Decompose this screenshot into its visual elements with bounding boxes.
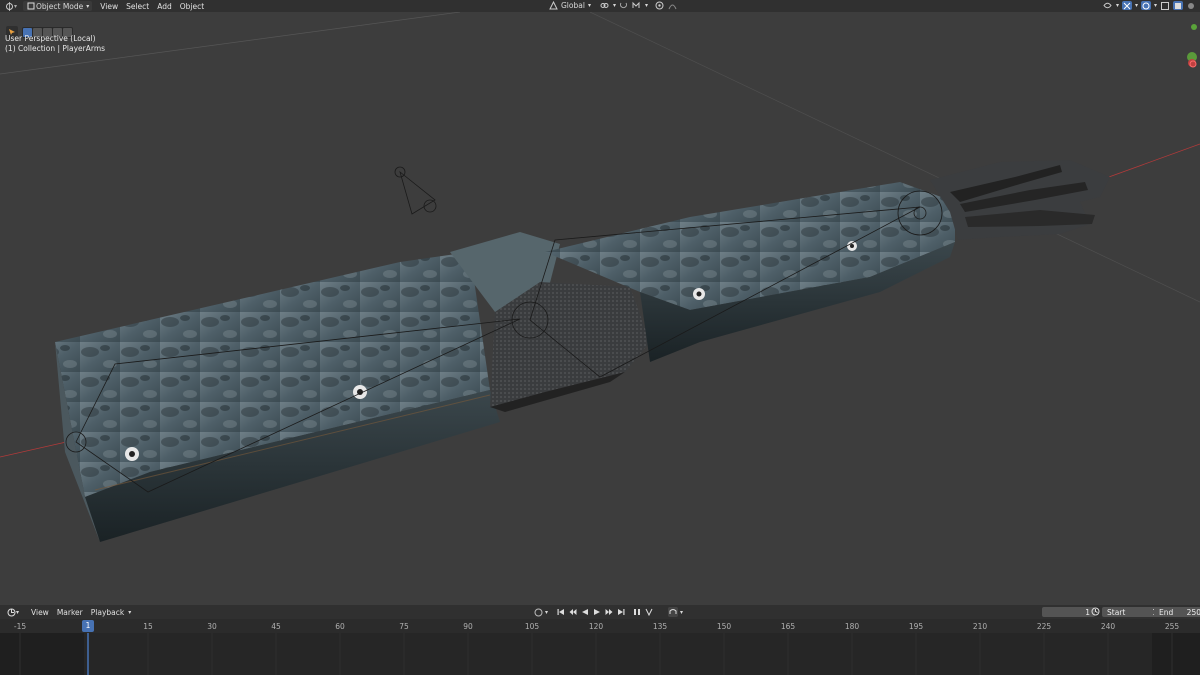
ruler-label: 105 <box>524 622 540 631</box>
editor-type-icon <box>4 1 14 11</box>
collection-label: (1) Collection | PlayerArms <box>5 44 106 53</box>
gizmo-icon[interactable] <box>1121 1 1132 10</box>
menu-select[interactable]: Select <box>122 2 153 11</box>
current-frame-field[interactable]: 1 <box>1042 607 1095 617</box>
timeline-menu-marker[interactable]: Marker <box>53 608 87 617</box>
orientation-dropdown[interactable]: Global <box>561 1 585 10</box>
clock-icon[interactable] <box>1090 607 1100 616</box>
timeline-grid <box>0 633 1200 675</box>
timeline-track-area[interactable] <box>0 633 1200 675</box>
3d-viewport[interactable]: User Perspective (Local) (1) Collection … <box>0 12 1200 605</box>
chevron-down-icon: ▾ <box>1153 2 1157 9</box>
viewport-header: ▾ Object Mode ▾ View Select Add Object G… <box>0 0 1200 12</box>
menu-add[interactable]: Add <box>153 2 176 11</box>
ruler-label: 195 <box>908 622 924 631</box>
proportional-editing-icon[interactable] <box>655 1 665 10</box>
chevron-down-icon: ▾ <box>680 608 684 616</box>
ruler-label: 120 <box>588 622 604 631</box>
start-frame-field[interactable]: Start 1 <box>1102 607 1162 617</box>
menu-view[interactable]: View <box>96 2 122 11</box>
ruler-label: 75 <box>399 622 409 631</box>
pivot-icon[interactable] <box>600 1 610 10</box>
ruler-label: 45 <box>271 622 281 631</box>
end-frame-value: 250 <box>1186 607 1200 617</box>
solid-shading-icon[interactable] <box>1173 1 1183 10</box>
timeline-editor-icon[interactable] <box>6 608 16 617</box>
prev-keyframe-icon[interactable] <box>568 607 578 617</box>
ruler-label: 15 <box>143 622 153 631</box>
keying-set-icon[interactable] <box>644 607 654 617</box>
xray-icon[interactable] <box>1160 1 1170 10</box>
chevron-down-icon: ▾ <box>587 2 591 9</box>
viewport-scene <box>0 12 1200 542</box>
chevron-down-icon: ▾ <box>612 2 616 9</box>
jump-end-icon[interactable] <box>616 607 626 617</box>
chevron-down-icon: ▾ <box>128 608 132 616</box>
timeline-ruler[interactable]: -15 15 30 45 60 75 90 105 120 135 150 16… <box>0 619 1200 633</box>
ruler-label: 225 <box>1036 622 1052 631</box>
snap-icon[interactable] <box>619 1 629 10</box>
playhead-indicator[interactable]: 1 <box>82 620 94 632</box>
orientation-icon <box>548 1 558 10</box>
visibility-icon[interactable] <box>1103 1 1113 10</box>
mode-label: Object Mode <box>36 1 84 11</box>
play-reverse-icon[interactable] <box>580 607 590 617</box>
keyframe-record-icon[interactable] <box>533 607 543 617</box>
ruler-label: 255 <box>1164 622 1180 631</box>
chevron-down-icon: ▾ <box>1134 2 1138 9</box>
play-icon[interactable] <box>592 607 602 617</box>
ruler-label: 60 <box>335 622 345 631</box>
jump-start-icon[interactable] <box>556 607 566 617</box>
end-frame-label: End <box>1159 607 1174 617</box>
end-frame-field[interactable]: End 250 <box>1154 607 1200 617</box>
mode-dropdown[interactable]: Object Mode ▾ <box>23 1 93 11</box>
ruler-label: 180 <box>844 622 860 631</box>
timeline-menu-playback[interactable]: Playback <box>87 608 128 617</box>
start-frame-label: Start <box>1107 607 1126 617</box>
ruler-label: 150 <box>716 622 732 631</box>
keying-options-icon[interactable] <box>668 607 679 617</box>
chevron-down-icon: ▾ <box>1115 2 1119 9</box>
timeline-menu-view[interactable]: View <box>27 608 53 617</box>
ruler-label: 165 <box>780 622 796 631</box>
playback-controls: ▾ ▾ <box>533 607 683 617</box>
navigation-gizmo[interactable] <box>1187 24 1197 68</box>
menu-object[interactable]: Object <box>176 2 208 11</box>
perspective-label: User Perspective (Local) <box>5 34 96 43</box>
material-shading-icon[interactable] <box>1186 1 1196 10</box>
chevron-down-icon: ▾ <box>545 608 549 616</box>
ruler-label: 90 <box>463 622 473 631</box>
auto-keying-icon[interactable] <box>632 607 642 617</box>
ruler-label: 210 <box>972 622 988 631</box>
timeline-header: ▾ View Marker Playback ▾ ▾ ▾ 1 Start End… <box>0 605 1200 619</box>
viewport-shading-controls: ▾ ▾ ▾ <box>1103 1 1196 10</box>
chevron-down-icon: ▾ <box>16 608 20 616</box>
overlays-icon[interactable] <box>1140 1 1151 10</box>
chevron-down-icon: ▾ <box>14 2 18 10</box>
next-keyframe-icon[interactable] <box>604 607 614 617</box>
snap-target-icon[interactable] <box>632 1 642 10</box>
falloff-icon[interactable] <box>668 1 678 10</box>
chevron-down-icon: ▾ <box>86 2 90 10</box>
editor-type-selector[interactable]: ▾ <box>4 1 18 11</box>
transform-controls: Global ▾ ▾ ▾ <box>548 1 678 10</box>
chevron-down-icon: ▾ <box>644 2 648 9</box>
object-mode-icon <box>26 2 36 11</box>
ruler-label: 240 <box>1100 622 1116 631</box>
ruler-label: -15 <box>13 622 27 631</box>
ruler-label: 135 <box>652 622 668 631</box>
ruler-label: 30 <box>207 622 217 631</box>
